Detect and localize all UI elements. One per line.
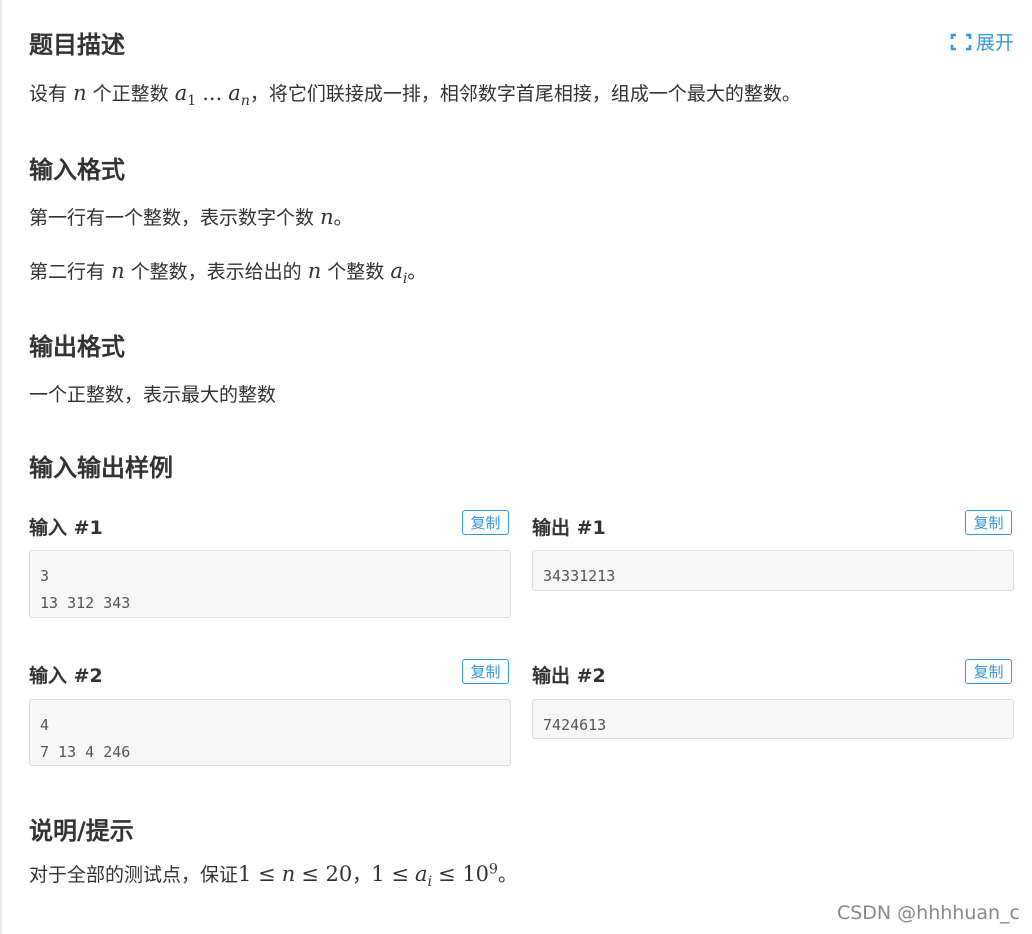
input-format-title: 输入格式 [29,156,125,184]
math-n: n [73,81,87,105]
input-format-line-1: 第一行有一个整数，表示数字个数 n。 [29,205,353,229]
output-format-title: 输出格式 [29,333,125,361]
sample-input-box-2[interactable]: 4 7 13 4 246 [29,699,511,766]
copy-input-button-2[interactable]: 复制 [462,659,509,684]
sample-input-label-1: 输入 #1 [29,517,103,539]
samples-title: 输入输出样例 [29,454,173,482]
hint-text: 对于全部的测试点，保证1 ≤ n ≤ 20，1 ≤ ai ≤ 109。 [29,861,517,890]
sample-output-label-1: 输出 #1 [532,517,606,539]
sample-output-box-2[interactable]: 7424613 [532,699,1014,739]
description-title: 题目描述 [29,31,125,59]
copy-output-button-2[interactable]: 复制 [965,659,1012,684]
sample-input-box-1[interactable]: 3 13 312 343 [29,550,511,618]
copy-input-button-1[interactable]: 复制 [462,510,509,535]
hint-title: 说明/提示 [29,817,134,845]
expand-icon [950,33,972,50]
copy-output-button-1[interactable]: 复制 [965,510,1012,535]
sample-input-label-2: 输入 #2 [29,665,103,687]
sample-output-box-1[interactable]: 34331213 [532,550,1014,591]
expand-button[interactable]: 展开 [950,28,1014,55]
description-text: 设有 n 个正整数 a1 ... an，将它们联接成一排，相邻数字首尾相接，组成… [29,81,801,109]
expand-label: 展开 [975,32,1014,54]
input-format-line-2: 第二行有 n 个整数，表示给出的 n 个整数 ai。 [29,259,427,287]
csdn-watermark: CSDN @hhhhuan_c [836,902,1020,924]
sample-output-label-2: 输出 #2 [532,665,606,687]
output-format-text: 一个正整数，表示最大的整数 [29,384,277,406]
left-border [0,0,2,934]
